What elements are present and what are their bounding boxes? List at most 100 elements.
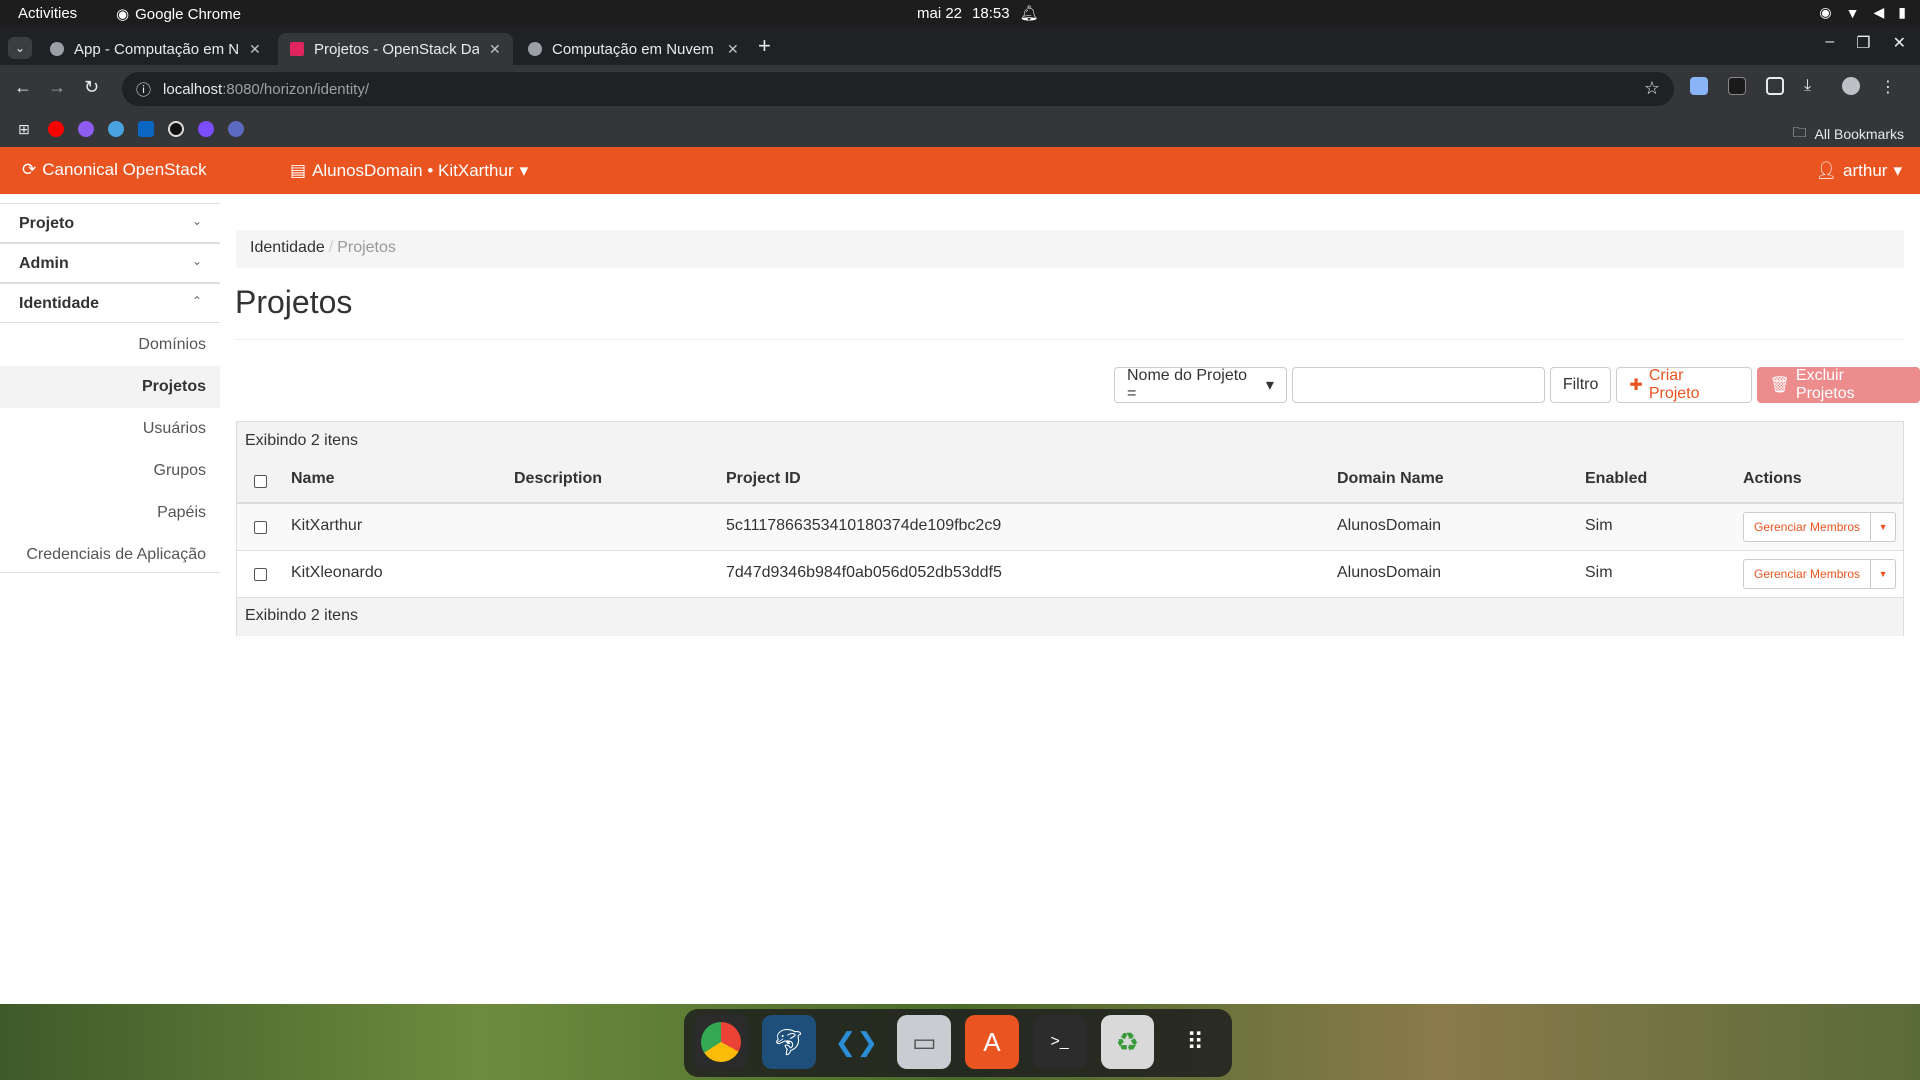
column-header-enabled[interactable]: Enabled <box>1585 470 1647 488</box>
vscode-icon[interactable]: ❮❯ <box>830 1015 884 1069</box>
select-all-checkbox[interactable] <box>254 475 267 488</box>
sidebar-panel-label: Admin <box>19 255 69 272</box>
manage-members-button-group: Gerenciar Membros ▼ <box>1743 512 1897 542</box>
sidebar-item-credenciais[interactable]: Credenciais de Aplicação <box>0 534 220 576</box>
puzzle-extensions-icon[interactable] <box>1766 77 1784 95</box>
outlook-bookmark-icon[interactable] <box>138 121 154 137</box>
activities-button[interactable]: Activities <box>18 5 77 22</box>
sidebar-item-grupos[interactable]: Grupos <box>0 450 220 492</box>
new-tab-plus-icon[interactable]: + <box>758 33 771 59</box>
sidebar-panel-admin[interactable]: Admin ⌄ <box>0 243 220 283</box>
manage-members-button[interactable]: Gerenciar Membros <box>1744 560 1872 588</box>
volume-icon: ◀ <box>1873 4 1885 20</box>
sidebar-panel-label: Projeto <box>19 215 75 232</box>
username: arthur <box>1843 161 1888 180</box>
caret-down-icon[interactable]: ▼ <box>1871 560 1895 588</box>
user-icon: 👤︎ <box>1815 161 1838 180</box>
desktop-wallpaper-strip: 🐬︎ ❮❯ ▭ A >_ ♻ ⠿ <box>0 1004 1920 1080</box>
sidebar-item-usuarios[interactable]: Usuários <box>0 408 220 450</box>
app-menu[interactable]: ◉ Google Chrome <box>116 5 241 24</box>
openai-bookmark-icon[interactable] <box>168 121 184 137</box>
minimize-icon[interactable]: – <box>1825 33 1834 53</box>
tab-computacao-nuvem[interactable]: Computação em Nuvem ✕ <box>516 33 751 65</box>
row-checkbox[interactable] <box>254 521 267 534</box>
user-menu[interactable]: 👤︎ arthur ▾ <box>1815 161 1902 181</box>
tab-close-icon[interactable]: ✕ <box>489 41 501 58</box>
project-name-link[interactable]: KitXarthur <box>291 517 362 535</box>
caret-down-icon: ▾ <box>519 161 529 180</box>
maximize-icon[interactable]: ❐ <box>1856 33 1870 53</box>
bell-icon: 🔔︎ <box>1019 5 1039 22</box>
tab-favicon-icon <box>528 42 542 56</box>
filter-input[interactable] <box>1291 367 1545 403</box>
translate-extension-icon[interactable] <box>1690 77 1708 95</box>
bookmark-check-icon[interactable] <box>228 121 244 137</box>
column-header-description[interactable]: Description <box>514 470 602 488</box>
bookmark-star-icon[interactable]: ☆ <box>1644 78 1660 99</box>
plus-icon: ✚ <box>1629 377 1643 394</box>
column-header-domain-name[interactable]: Domain Name <box>1337 470 1444 488</box>
caret-down-icon: ▾ <box>1893 161 1902 180</box>
filter-button[interactable]: Filtro <box>1549 367 1612 403</box>
download-icon[interactable]: ⤓ <box>1804 77 1822 95</box>
tab-app-computacao[interactable]: App - Computação em N ✕ <box>38 33 273 65</box>
app-grid-icon[interactable]: ⠿ <box>1168 1015 1222 1069</box>
youtube-bookmark-icon[interactable] <box>48 121 64 137</box>
back-arrow-icon[interactable]: ← <box>14 77 32 98</box>
breadcrumb-root[interactable]: Identidade <box>250 239 325 256</box>
row-checkbox[interactable] <box>254 568 267 581</box>
create-project-button[interactable]: ✚ Criar Projeto <box>1616 367 1752 403</box>
kebab-menu-icon[interactable]: ⋮ <box>1880 77 1898 96</box>
trash-icon[interactable]: ♻ <box>1100 1015 1155 1069</box>
wifi-icon: ▼ <box>1845 4 1860 21</box>
sidebar-item-papeis[interactable]: Papéis <box>0 492 220 534</box>
clock[interactable]: mai 22 18:53 🔔︎ <box>917 4 1039 23</box>
files-icon[interactable]: ▭ <box>897 1015 951 1069</box>
project-id: 5c1117866353410180374de109fbc2c9 <box>726 517 1002 534</box>
sidebar-panel-identidade[interactable]: Identidade ⌃ <box>0 283 220 323</box>
chevron-down-icon: ⌄ <box>191 254 202 268</box>
tab-title: Computação em Nuvem <box>552 40 714 58</box>
tab-projetos-openstack[interactable]: Projetos - OpenStack Da ✕ <box>278 33 513 65</box>
sidebar-item-dominios[interactable]: Domínios <box>0 324 220 366</box>
apps-grid-icon[interactable]: ⊞ <box>18 121 34 137</box>
mysql-workbench-icon[interactable]: 🐬︎ <box>761 1015 816 1069</box>
caret-down-icon[interactable]: ▼ <box>1871 513 1895 541</box>
bookmark-star-app-icon[interactable] <box>198 121 214 137</box>
bookmark-blue-icon[interactable] <box>108 121 124 137</box>
context-switcher[interactable]: ▤ AlunosDomain • KitXarthur ▾ <box>290 161 528 181</box>
chrome-icon[interactable] <box>694 1015 748 1069</box>
bookmark-purple-icon[interactable] <box>78 121 94 137</box>
tab-title: App - Computação em N <box>74 40 239 58</box>
column-header-name[interactable]: Name <box>291 470 335 488</box>
sh-extension-icon[interactable] <box>1728 77 1746 95</box>
system-tray[interactable]: ◉ ▼ ◀ ▮ <box>1819 4 1906 21</box>
column-header-project-id[interactable]: Project ID <box>726 470 801 488</box>
tab-close-icon[interactable]: ✕ <box>727 41 739 58</box>
sidebar-item-projetos[interactable]: Projetos <box>0 366 220 408</box>
project-enabled: Sim <box>1585 564 1613 581</box>
project-domain: AlunosDomain <box>1337 564 1442 581</box>
tab-close-icon[interactable]: ✕ <box>249 41 261 58</box>
filter-field-select[interactable]: Nome do Projeto = ▾ <box>1114 367 1287 403</box>
project-name-link[interactable]: KitXleonardo <box>291 564 383 582</box>
sidebar-panel-projeto[interactable]: Projeto ⌄ <box>0 203 220 243</box>
brand-link[interactable]: ⟳ Canonical OpenStack <box>22 160 207 180</box>
chrome-small-icon: ◉ <box>116 6 130 23</box>
delete-projects-button[interactable]: 🗑︎ Excluir Projetos <box>1756 367 1920 403</box>
tab-search-button[interactable]: ⌄ <box>8 37 32 59</box>
profile-avatar[interactable] <box>1842 77 1860 95</box>
forward-arrow-icon[interactable]: → <box>48 77 66 98</box>
reload-icon[interactable]: ↻ <box>84 77 99 98</box>
openstack-logo-icon: ⟳ <box>22 160 37 179</box>
app-center-icon[interactable]: A <box>965 1015 1019 1069</box>
close-window-icon[interactable]: ✕ <box>1893 33 1906 53</box>
site-info-icon[interactable]: ⓘ <box>136 79 151 100</box>
address-bar[interactable]: ⓘ localhost:8080/horizon/identity/ ☆ <box>122 72 1674 106</box>
manage-members-button[interactable]: Gerenciar Membros <box>1744 513 1872 541</box>
project-enabled: Sim <box>1585 517 1613 534</box>
terminal-icon[interactable]: >_ <box>1032 1015 1087 1069</box>
all-bookmarks-button[interactable]: 🗀 All Bookmarks <box>1793 122 1904 146</box>
openstack-header: ⟳ Canonical OpenStack ▤ AlunosDomain • K… <box>0 147 1920 194</box>
extension-icons: ⤓ ⋮ <box>1690 77 1898 96</box>
